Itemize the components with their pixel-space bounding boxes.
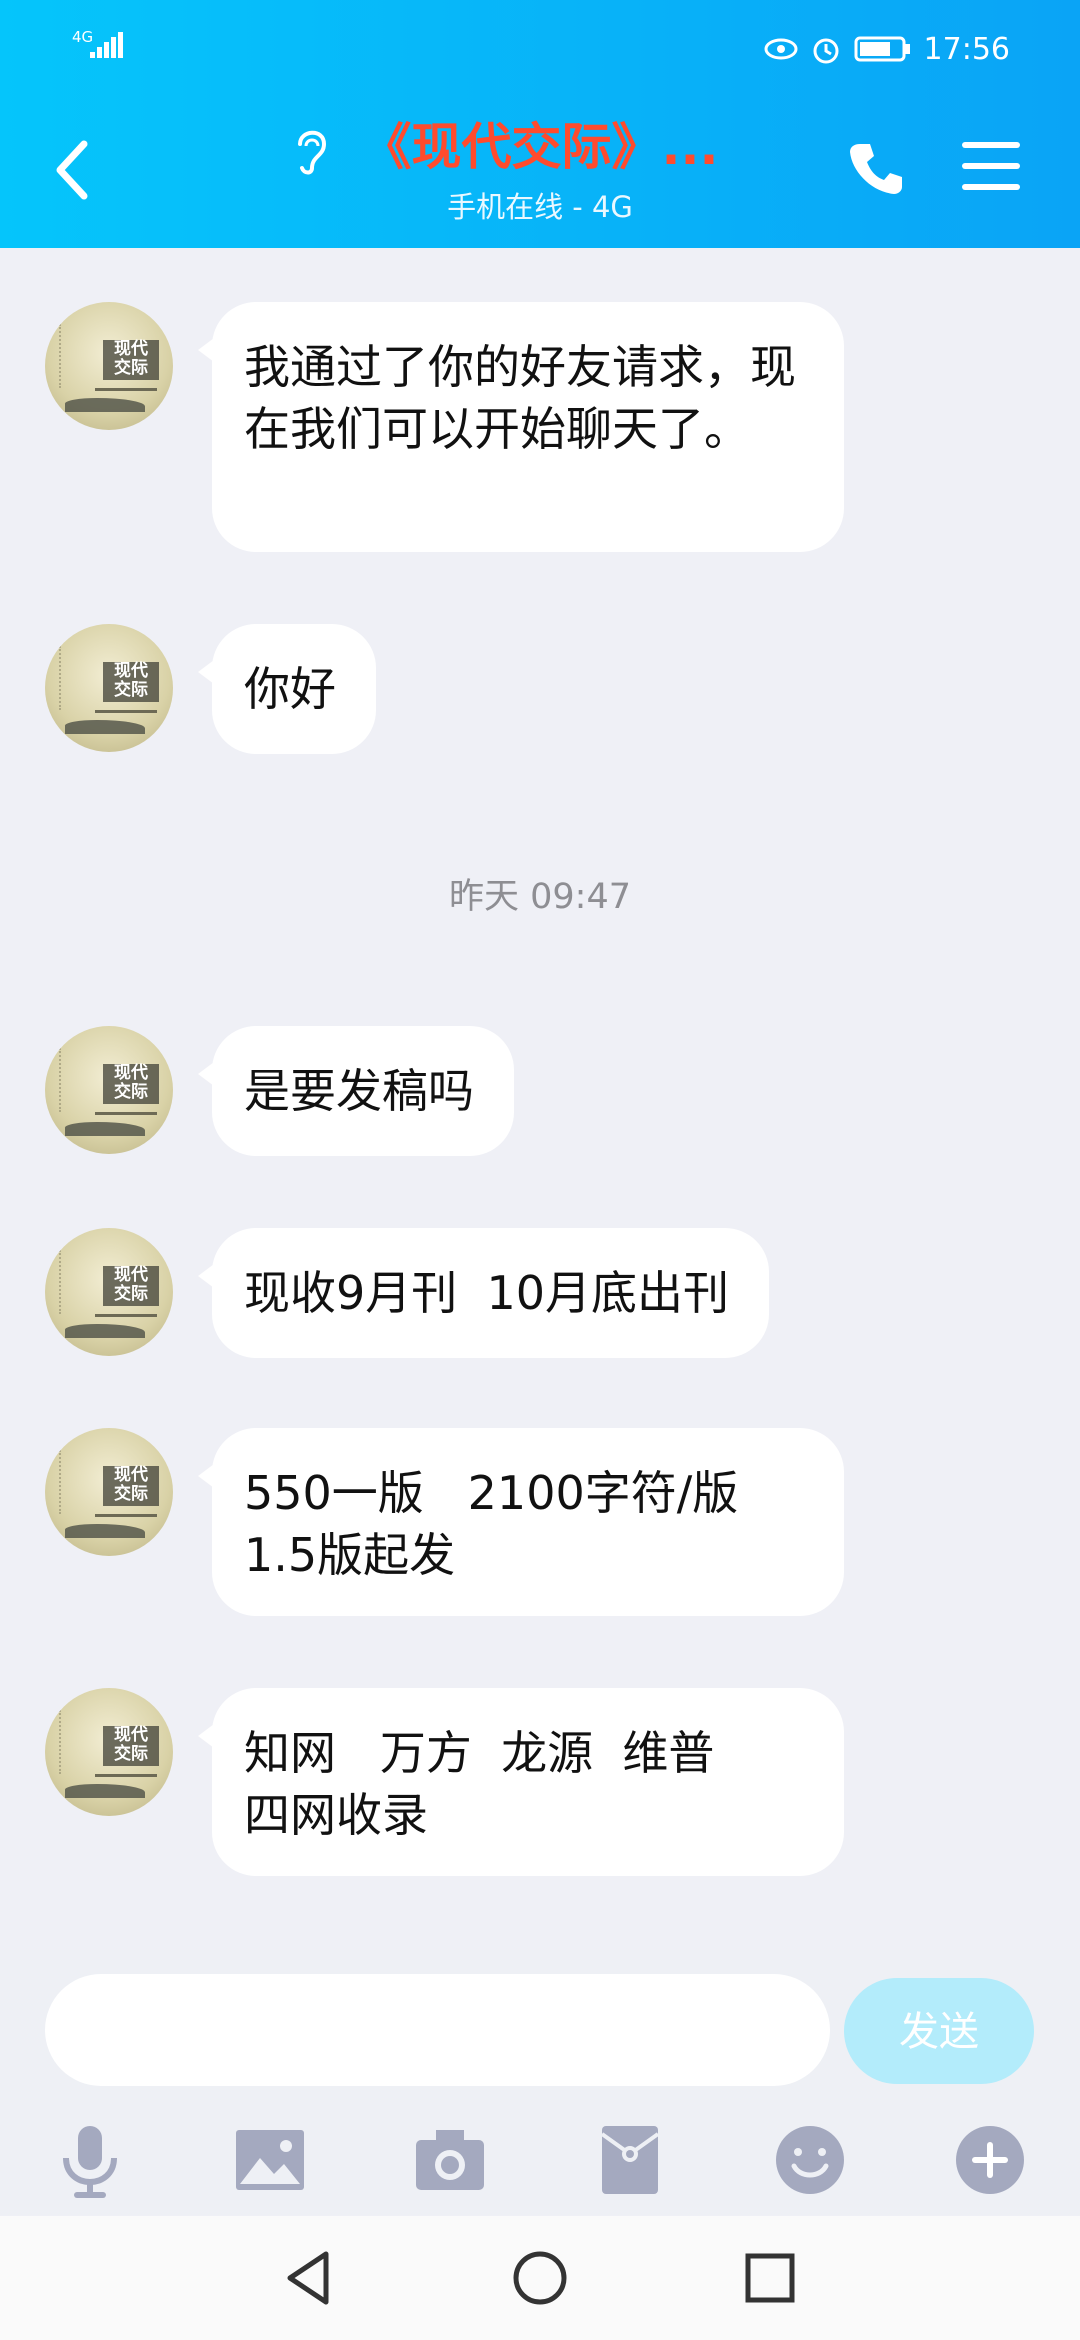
- eye-comfort-icon: [764, 38, 798, 60]
- title-wrap: 《现代交际》...: [0, 118, 1080, 176]
- avatar-mountain-decor: [65, 1122, 145, 1136]
- avatar-mountain-decor: [65, 398, 145, 412]
- status-right: 17:56: [764, 24, 1010, 74]
- avatar-logo-text: 现代 交际: [103, 1726, 159, 1766]
- timestamp-divider: 昨天 09:47: [449, 877, 631, 917]
- alarm-icon: [813, 38, 839, 64]
- signal-icon: [90, 30, 124, 58]
- plus-icon[interactable]: [950, 2120, 1030, 2200]
- message-bubble[interactable]: 知网 万方 龙源 维普 四网收录: [198, 1688, 844, 1876]
- message-bubble[interactable]: 我通过了你的好友请求，现在我们可以开始聊天了。: [198, 302, 844, 552]
- composer-toolbar: [0, 2100, 1080, 2210]
- avatar-line-decor: [95, 1774, 157, 1777]
- avatar-ink-decor: [59, 1450, 79, 1514]
- battery-icon: [854, 36, 910, 62]
- avatar-ink-decor: [59, 1250, 79, 1314]
- camera-icon[interactable]: [410, 2120, 490, 2200]
- red-packet-icon[interactable]: [590, 2120, 670, 2200]
- avatar-line-decor: [95, 1112, 157, 1115]
- avatar-logo-text: 现代 交际: [103, 1064, 159, 1104]
- avatar-line-decor: [95, 1314, 157, 1317]
- avatar-logo-text: 现代 交际: [103, 340, 159, 380]
- avatar-line-decor: [95, 1514, 157, 1517]
- composer-bar: 发送: [0, 1950, 1080, 2215]
- message-bubble[interactable]: 是要发稿吗: [198, 1026, 514, 1156]
- nav-back-icon[interactable]: [278, 2246, 342, 2310]
- message-bubble[interactable]: 现收9月刊 10月底出刊: [197, 1228, 770, 1358]
- avatar-line-decor: [95, 388, 157, 391]
- chat-title[interactable]: 《现代交际》...: [362, 118, 719, 176]
- chat-subtitle: 手机在线 - 4G: [447, 190, 633, 224]
- nav-recents-icon[interactable]: [738, 2246, 802, 2310]
- message-bubble[interactable]: 550一版 2100字符/版 1.5版起发: [198, 1428, 844, 1616]
- avatar-mountain-decor: [65, 1324, 145, 1338]
- avatar-logo-text: 现代 交际: [103, 1266, 159, 1306]
- chat-header: 4G 17:56 《现代交际》... 手机在线 - 4G: [0, 0, 1080, 248]
- avatar[interactable]: 现代 交际: [45, 1026, 173, 1154]
- avatar-logo-text: 现代 交际: [103, 662, 159, 702]
- menu-icon[interactable]: [962, 140, 1020, 192]
- emoji-icon[interactable]: [770, 2120, 850, 2200]
- avatar[interactable]: 现代 交际: [45, 1228, 173, 1356]
- avatar-ink-decor: [59, 1710, 79, 1774]
- nav-home-icon[interactable]: [508, 2246, 572, 2310]
- send-button[interactable]: 发送: [844, 1978, 1034, 2084]
- avatar[interactable]: 现代 交际: [45, 624, 173, 752]
- avatar[interactable]: 现代 交际: [45, 302, 173, 430]
- phone-icon[interactable]: [848, 140, 904, 196]
- avatar-mountain-decor: [65, 720, 145, 734]
- clock: 17:56: [923, 31, 1010, 67]
- system-nav-bar: [0, 2216, 1080, 2340]
- message-input[interactable]: [45, 1974, 830, 2086]
- avatar-mountain-decor: [65, 1784, 145, 1798]
- status-bar: 4G 17:56: [0, 24, 1080, 74]
- avatar[interactable]: 现代 交际: [45, 1428, 173, 1556]
- avatar-mountain-decor: [65, 1524, 145, 1538]
- microphone-icon[interactable]: [50, 2120, 130, 2200]
- avatar-logo-text: 现代 交际: [103, 1466, 159, 1506]
- message-bubble[interactable]: 你好: [198, 624, 376, 754]
- avatar-ink-decor: [59, 1048, 79, 1112]
- avatar-ink-decor: [59, 324, 79, 388]
- image-icon[interactable]: [230, 2120, 310, 2200]
- avatar-line-decor: [95, 710, 157, 713]
- avatar[interactable]: 现代 交际: [45, 1688, 173, 1816]
- avatar-ink-decor: [59, 646, 79, 710]
